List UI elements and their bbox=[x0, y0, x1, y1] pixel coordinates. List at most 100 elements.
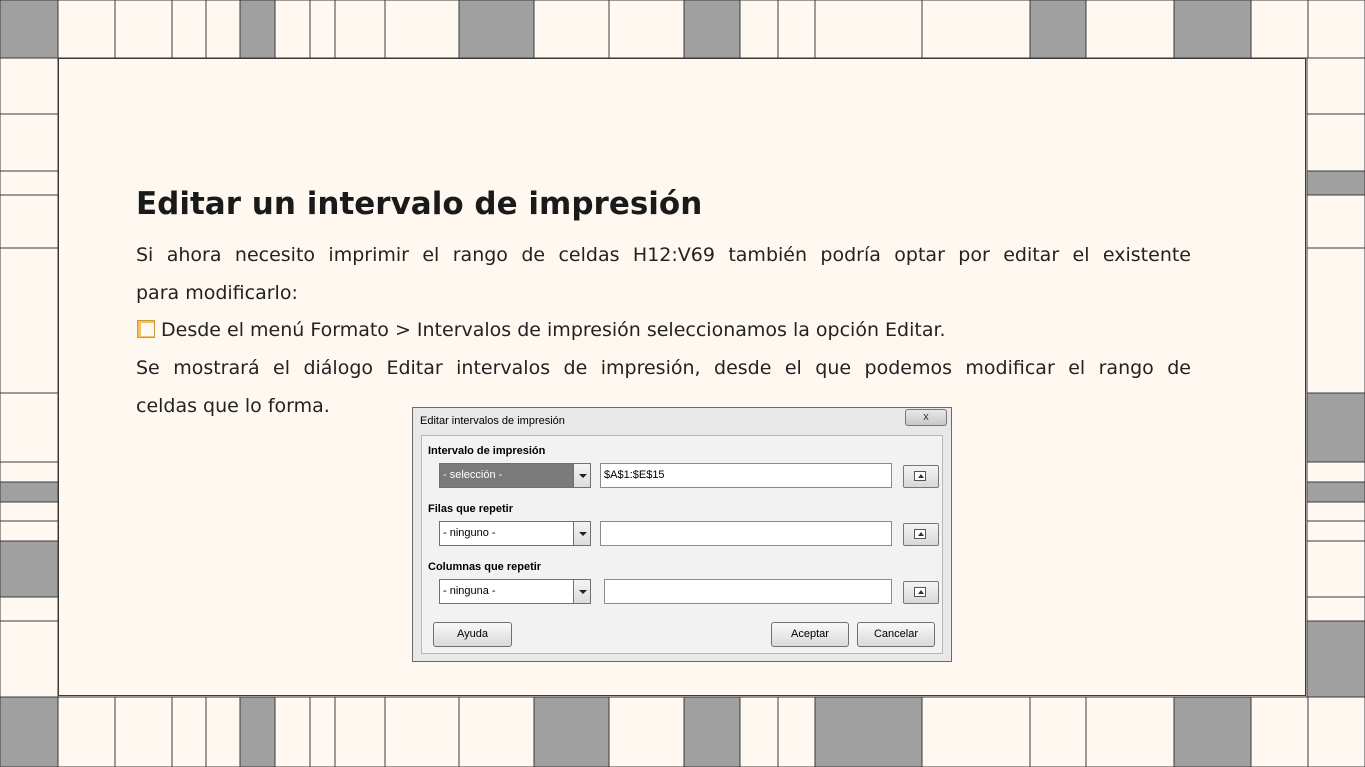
border-tile bbox=[1306, 392, 1365, 463]
border-tile bbox=[458, 696, 535, 767]
chevron-down-icon[interactable] bbox=[573, 464, 590, 487]
border-tile bbox=[384, 696, 460, 767]
border-tile bbox=[171, 696, 207, 767]
chevron-down-icon[interactable] bbox=[573, 522, 590, 545]
border-tile bbox=[1173, 696, 1252, 767]
dialog-title: Editar intervalos de impresión bbox=[420, 415, 565, 427]
border-tile bbox=[683, 696, 741, 767]
border-tile bbox=[0, 170, 59, 196]
border-tile bbox=[1307, 696, 1365, 767]
cancel-button[interactable]: Cancelar bbox=[857, 622, 935, 647]
columns-repeat-input[interactable] bbox=[604, 579, 892, 604]
border-tile bbox=[57, 696, 116, 767]
border-tile bbox=[0, 596, 59, 622]
border-tile bbox=[0, 392, 59, 463]
border-tile bbox=[114, 0, 173, 59]
print-range-combo[interactable]: - selección - bbox=[439, 463, 591, 488]
border-tile bbox=[239, 0, 276, 59]
bullet-item: Desde el menú Formato > Intervalos de im… bbox=[137, 311, 1192, 349]
border-tile bbox=[683, 0, 741, 59]
border-tile bbox=[1307, 0, 1365, 59]
columns-repeat-combo[interactable]: - ninguna - bbox=[439, 579, 591, 604]
border-tile bbox=[777, 696, 816, 767]
dialog-body: Intervalo de impresión - selección - $A$… bbox=[421, 435, 943, 654]
rows-repeat-combo[interactable]: - ninguno - bbox=[439, 521, 591, 546]
border-tile bbox=[0, 696, 59, 767]
print-range-input[interactable]: $A$1:$E$15 bbox=[600, 463, 892, 488]
border-tile bbox=[384, 0, 460, 59]
edit-print-ranges-dialog: Editar intervalos de impresión x Interva… bbox=[412, 407, 952, 662]
border-tile bbox=[0, 461, 59, 483]
border-tile bbox=[1306, 57, 1365, 115]
border-tile bbox=[814, 0, 923, 59]
rows-repeat-shrink-button[interactable] bbox=[903, 523, 939, 546]
print-range-label: Intervalo de impresión bbox=[428, 445, 546, 457]
border-tile bbox=[1306, 461, 1365, 483]
border-tile bbox=[0, 0, 59, 59]
border-tile bbox=[1085, 696, 1175, 767]
border-tile bbox=[309, 0, 336, 59]
paragraph-1-line-2: para modificarlo: bbox=[136, 282, 298, 304]
chevron-down-icon[interactable] bbox=[573, 580, 590, 603]
paragraph-1-line-1: Si ahora necesito imprimir el rango de c… bbox=[136, 244, 1191, 266]
border-tile bbox=[1306, 520, 1365, 542]
paragraph-2-line-1: Se mostrará el diálogo Editar intervalos… bbox=[136, 357, 1191, 379]
border-tile bbox=[171, 0, 207, 59]
border-tile bbox=[205, 0, 241, 59]
border-tile bbox=[1306, 113, 1365, 172]
border-tile bbox=[1306, 620, 1365, 698]
columns-repeat-combo-value: - ninguna - bbox=[443, 585, 496, 597]
border-tile bbox=[1029, 696, 1087, 767]
border-tile bbox=[1029, 0, 1087, 59]
border-tile bbox=[0, 501, 59, 522]
border-tile bbox=[1306, 247, 1365, 394]
border-tile bbox=[1306, 481, 1365, 503]
border-tile bbox=[1173, 0, 1252, 59]
border-tile bbox=[1085, 0, 1175, 59]
border-tile bbox=[274, 0, 311, 59]
columns-repeat-shrink-button[interactable] bbox=[903, 581, 939, 604]
border-tile bbox=[739, 696, 779, 767]
border-tile bbox=[921, 696, 1031, 767]
border-tile bbox=[0, 620, 59, 698]
border-tile bbox=[1250, 696, 1309, 767]
border-tile bbox=[334, 696, 386, 767]
border-tile bbox=[0, 113, 59, 172]
border-tile bbox=[0, 481, 59, 503]
border-tile bbox=[114, 696, 173, 767]
ok-button[interactable]: Aceptar bbox=[771, 622, 849, 647]
border-tile bbox=[334, 0, 386, 59]
border-tile bbox=[57, 0, 116, 59]
border-tile bbox=[921, 0, 1031, 59]
print-range-combo-value: - selección - bbox=[443, 469, 503, 481]
border-tile bbox=[205, 696, 241, 767]
border-tile bbox=[1306, 596, 1365, 622]
border-tile bbox=[0, 247, 59, 394]
border-tile bbox=[0, 57, 59, 115]
border-tile bbox=[1306, 194, 1365, 249]
border-tile bbox=[1306, 501, 1365, 522]
print-range-shrink-button[interactable] bbox=[903, 465, 939, 488]
border-tile bbox=[608, 696, 685, 767]
border-tile bbox=[533, 0, 610, 59]
border-tile bbox=[777, 0, 816, 59]
border-tile bbox=[0, 540, 59, 598]
rows-repeat-combo-value: - ninguno - bbox=[443, 527, 496, 539]
border-tile bbox=[1306, 540, 1365, 598]
bullet-text: Desde el menú Formato > Intervalos de im… bbox=[161, 319, 946, 341]
slide-title: Editar un intervalo de impresión bbox=[136, 186, 703, 222]
help-button[interactable]: Ayuda bbox=[433, 622, 512, 647]
bullet-square-icon bbox=[137, 320, 155, 338]
border-tile bbox=[274, 696, 311, 767]
rows-repeat-label: Filas que repetir bbox=[428, 503, 513, 515]
rows-repeat-input[interactable] bbox=[600, 521, 892, 546]
border-tile bbox=[1250, 0, 1309, 59]
border-tile bbox=[814, 696, 923, 767]
border-tile bbox=[1306, 170, 1365, 196]
border-tile bbox=[458, 0, 535, 59]
border-tile bbox=[0, 520, 59, 542]
dialog-close-button[interactable]: x bbox=[905, 409, 947, 426]
border-tile bbox=[239, 696, 276, 767]
border-tile bbox=[0, 194, 59, 249]
border-tile bbox=[608, 0, 685, 59]
